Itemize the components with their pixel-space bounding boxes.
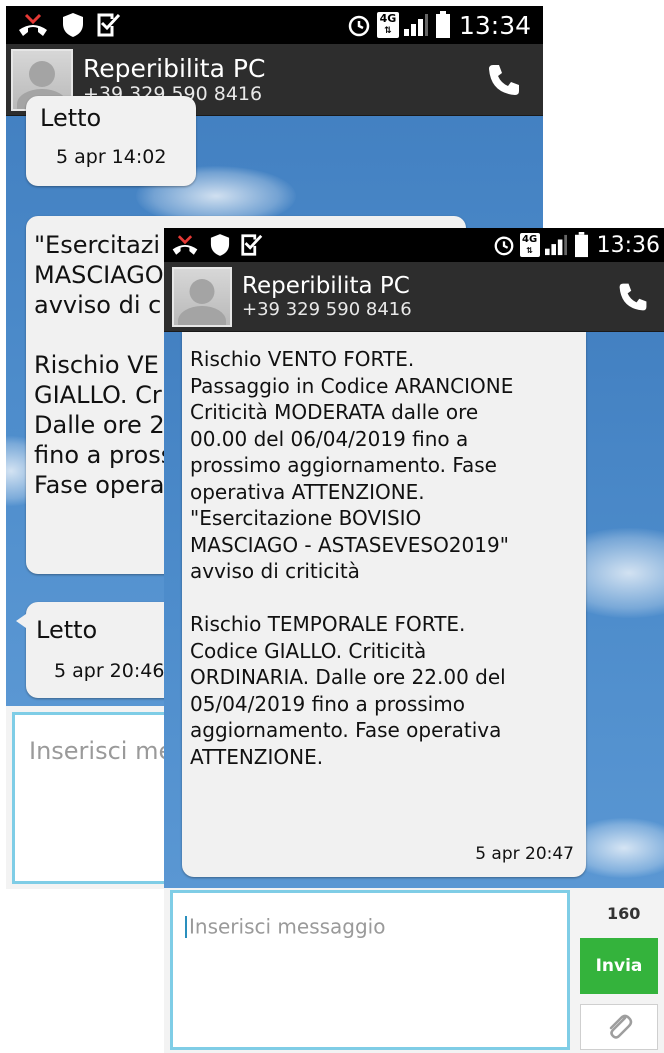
message-text: "Esercitazi MASCIAGO avviso di c Rischio… (34, 231, 174, 499)
message-text: Rischio VENTO FORTE. Passaggio in Codice… (190, 347, 514, 769)
network-4g-icon: 4G ⇅ (519, 233, 540, 257)
phone-icon[interactable] (485, 61, 523, 99)
message-input[interactable]: Inserisci messaggio (170, 890, 570, 1050)
alarm-icon (494, 236, 513, 256)
shield-icon (210, 234, 230, 256)
paperclip-icon (609, 1014, 633, 1039)
message-bubble[interactable]: Letto 5 apr 14:02 (26, 96, 196, 186)
message-timestamp: 5 apr 20:47 (475, 844, 574, 864)
contact-name: Reperibilita PC (83, 54, 266, 83)
checkbox-icon (97, 13, 121, 37)
message-bubble[interactable]: Rischio VENTO FORTE. Passaggio in Codice… (182, 332, 586, 877)
status-bar: 4G ⇅ 13:34 (6, 6, 543, 44)
message-text: Letto (40, 104, 102, 132)
contact-name: Reperibilita PC (242, 273, 410, 299)
missed-call-icon (19, 13, 47, 36)
contact-number: +39 329 590 8416 (242, 299, 412, 320)
front-screenshot: 4G ⇅ 13:36 Reperibilita PC +39 329 590 8… (164, 228, 664, 1053)
network-4g-icon: 4G ⇅ (376, 12, 399, 38)
missed-call-icon (172, 235, 198, 255)
battery-icon (435, 11, 450, 38)
battery-icon (574, 232, 588, 258)
shield-icon (63, 13, 83, 37)
phone-icon[interactable] (616, 280, 650, 314)
compose-area: Inserisci messaggio 160 Invia (164, 888, 664, 1053)
alarm-icon (348, 15, 370, 37)
status-bar: 4G ⇅ 13:36 (164, 228, 664, 262)
status-time: 13:34 (458, 10, 531, 40)
signal-icon (544, 234, 567, 256)
character-counter: 160 (607, 904, 641, 923)
message-text: Letto (36, 616, 98, 644)
message-timestamp: 5 apr 14:02 (56, 146, 167, 168)
conversation-header: Reperibilita PC +39 329 590 8416 (164, 262, 664, 332)
signal-icon (403, 14, 428, 36)
status-time: 13:36 (596, 232, 660, 258)
send-button[interactable]: Invia (580, 938, 658, 994)
message-timestamp: 5 apr 20:46 (54, 660, 165, 682)
checkbox-icon (241, 234, 263, 256)
avatar-placeholder-icon (172, 266, 232, 327)
attach-button[interactable] (580, 1004, 658, 1050)
